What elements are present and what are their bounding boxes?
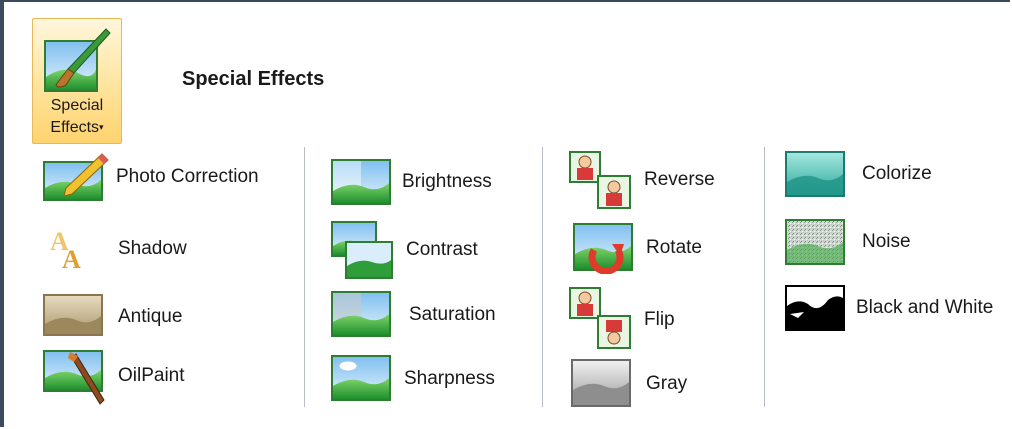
effect-label: OilPaint: [118, 365, 185, 386]
effect-photo-correction[interactable]: Photo Correction: [42, 152, 292, 202]
effect-label: Brightness: [402, 171, 492, 192]
effect-antique[interactable]: Antique: [42, 292, 292, 342]
antique-photo-icon: [42, 292, 110, 342]
black-and-white-icon: [784, 284, 846, 334]
effect-label: Flip: [644, 309, 675, 330]
effect-label: Black and White: [856, 297, 994, 318]
photo-correction-icon: [42, 152, 110, 202]
effect-rotate[interactable]: Rotate: [568, 222, 738, 274]
effect-noise[interactable]: Noise: [784, 218, 1010, 268]
effect-reverse[interactable]: Reverse: [568, 150, 738, 210]
effect-oilpaint[interactable]: OilPaint: [42, 348, 292, 405]
oilpaint-brush-icon: [42, 348, 110, 406]
effect-label: Gray: [646, 373, 688, 394]
effect-gray[interactable]: Gray: [568, 358, 738, 410]
saturation-icon: [330, 290, 392, 340]
special-effects-button-label-line2: Effects: [50, 119, 100, 136]
effect-sharpness[interactable]: Sharpness: [330, 354, 530, 404]
effect-label: Noise: [862, 231, 911, 252]
effect-label: Saturation: [409, 304, 496, 325]
page-title: Special Effects: [182, 68, 325, 90]
reverse-icon: [568, 150, 632, 210]
effect-label: Photo Correction: [116, 166, 259, 187]
special-effects-button[interactable]: Special Effects▾: [32, 18, 122, 144]
special-effects-button-label-line1: Special: [50, 97, 104, 114]
effect-brightness[interactable]: Brightness: [330, 157, 530, 207]
effect-flip[interactable]: Flip: [568, 286, 738, 350]
effect-label: Antique: [118, 306, 183, 327]
effect-label: Sharpness: [404, 368, 495, 389]
column-divider: [764, 147, 765, 407]
column-divider: [304, 147, 305, 407]
special-effects-panel: Special Effects▾ Special Effects Photo C…: [0, 0, 1010, 427]
noise-icon: [784, 218, 846, 268]
colorize-icon: [784, 150, 846, 200]
effect-shadow[interactable]: A A Shadow: [42, 224, 292, 274]
column-divider: [542, 147, 543, 407]
shadow-text-icon: A A: [42, 224, 110, 274]
gray-icon: [568, 358, 632, 410]
brightness-icon: [330, 157, 392, 207]
flip-icon: [568, 286, 632, 350]
effect-label: Reverse: [644, 169, 715, 190]
dropdown-caret-icon[interactable]: ▾: [99, 122, 104, 132]
effect-label: Colorize: [862, 163, 932, 184]
svg-text:A: A: [62, 245, 81, 274]
effect-colorize[interactable]: Colorize: [784, 150, 1010, 200]
contrast-icon: [330, 220, 394, 280]
rotate-icon: [568, 222, 636, 274]
paintbrush-picture-icon: [44, 27, 112, 93]
effect-label: Shadow: [118, 238, 187, 259]
effect-label: Rotate: [646, 237, 702, 258]
effect-contrast[interactable]: Contrast: [330, 220, 530, 280]
effect-black-and-white[interactable]: Black and White: [784, 284, 1010, 334]
effect-label: Contrast: [406, 239, 478, 260]
effect-saturation[interactable]: Saturation: [330, 290, 530, 340]
sharpness-icon: [330, 354, 392, 404]
